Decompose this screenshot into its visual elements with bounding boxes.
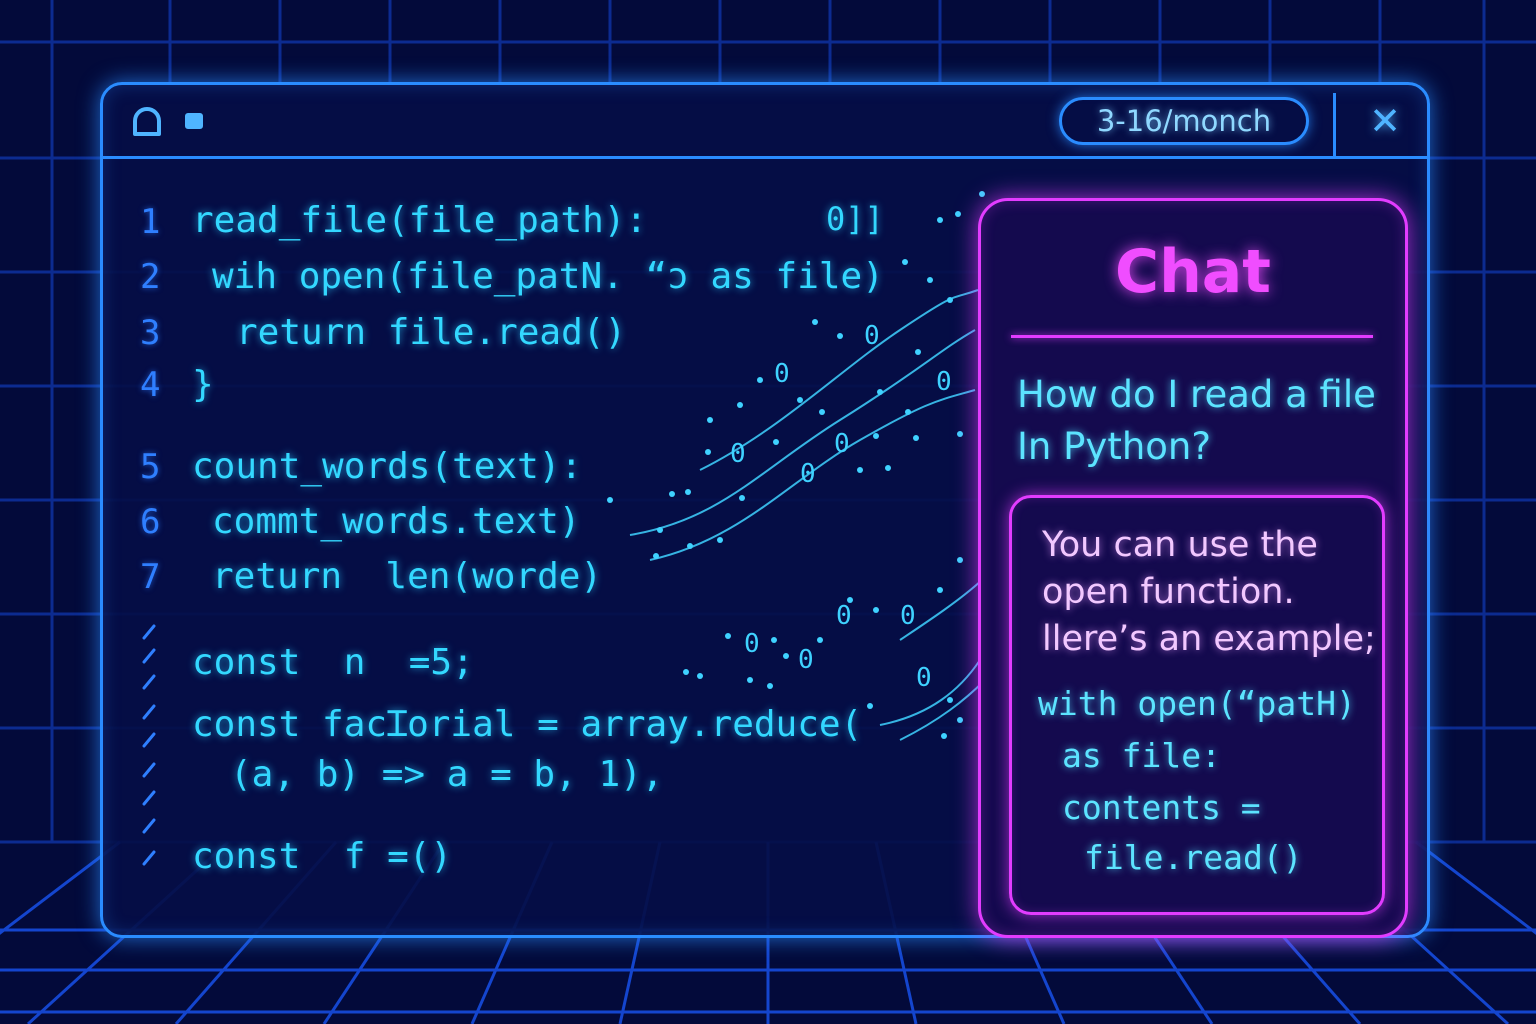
answer-code-line: file.read(): [1084, 838, 1303, 877]
answer-code-line: contents =: [1062, 788, 1261, 827]
chat-user-question: How do I read a file In Python?: [1017, 373, 1376, 468]
answer-code-line: as file:: [1062, 736, 1221, 775]
code-line[interactable]: const n =5;: [192, 642, 474, 683]
line-number: 7: [140, 557, 161, 597]
code-line[interactable]: }: [192, 364, 214, 405]
line-number: 5: [140, 447, 161, 487]
line-number: 6: [140, 502, 161, 542]
code-line[interactable]: return file.read(): [236, 312, 626, 353]
price-badge[interactable]: 3-16/monch: [1059, 97, 1309, 145]
code-line[interactable]: read_file(file_path):: [192, 200, 647, 241]
bell-icon[interactable]: [131, 107, 163, 137]
comment-gutter-marks: [142, 624, 156, 866]
window-titlebar: 3-16/monch ✕: [103, 85, 1427, 159]
chat-answer-box: You can use the open function. llere’s a…: [1009, 495, 1385, 915]
titlebar-divider: [1333, 93, 1336, 159]
code-line[interactable]: const facꞮorial = array.reduce(: [192, 698, 862, 747]
code-line[interactable]: commt_words.text): [212, 501, 580, 542]
chat-answer-text: You can use the open function. llere’s a…: [1042, 525, 1376, 659]
chat-panel: Chat How do I read a file In Python? You…: [978, 198, 1408, 938]
code-line[interactable]: return len(worde): [212, 556, 602, 597]
chat-title: Chat: [1115, 237, 1271, 307]
code-line[interactable]: (a, b) => a = b, 1),: [230, 754, 663, 795]
code-line[interactable]: count_words(text):: [192, 446, 582, 487]
square-icon[interactable]: [183, 111, 205, 133]
line-number: 4: [140, 365, 161, 405]
code-line[interactable]: const f =(): [192, 836, 452, 877]
stray-glyphs: 0]]: [826, 200, 884, 238]
line-number: 3: [140, 313, 161, 353]
answer-code-line: with open(“patH): [1038, 684, 1356, 723]
line-number: 2: [140, 257, 161, 297]
code-line[interactable]: wih open(file_patN. “ɔ as file): [212, 256, 884, 297]
close-icon[interactable]: ✕: [1365, 97, 1405, 145]
chat-title-divider: [1011, 335, 1373, 338]
line-number: 1: [140, 202, 161, 242]
